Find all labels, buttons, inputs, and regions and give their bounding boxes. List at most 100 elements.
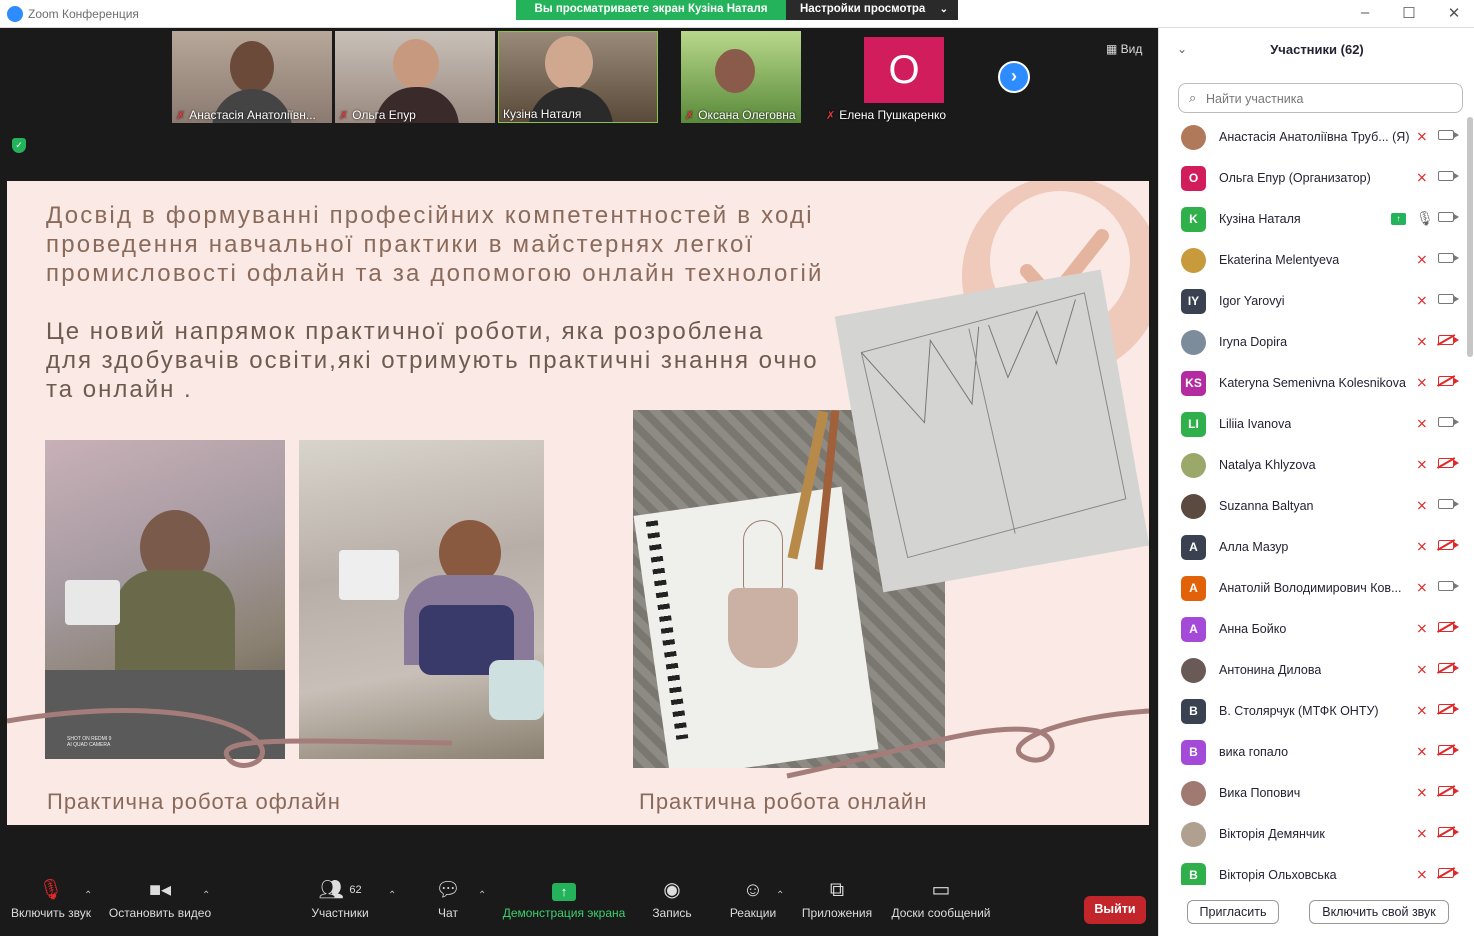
thumbnail-name: Анастасія Анатоліївн... xyxy=(189,108,316,122)
video-thumbnail[interactable]: ✗ Анастасія Анатоліївн... xyxy=(172,31,332,123)
security-shield-icon[interactable]: ✓ xyxy=(12,138,26,153)
thumbnail-name: Оксана Олеговна xyxy=(698,108,796,122)
video-camera-icon xyxy=(1438,499,1459,509)
participant-row[interactable]: A Анна Бойко ⨯ xyxy=(1159,611,1464,652)
shared-screen-slide: Досвід в формуванні професійних компетен… xyxy=(7,181,1149,825)
participant-row[interactable]: Suzanna Baltyan ⨯ xyxy=(1159,488,1464,529)
video-off-icon xyxy=(1438,704,1459,714)
whiteboards-button[interactable]: ▭ Доски сообщений xyxy=(888,876,994,920)
participant-row[interactable]: B В. Столярчук (МТФК ОНТУ) ⨯ xyxy=(1159,693,1464,734)
meeting-toolbar: 🎙︎ Включить звук ⌃ ■◂ Остановить видео ⌃… xyxy=(0,876,1158,936)
zoom-logo-icon xyxy=(7,6,23,22)
avatar xyxy=(1181,125,1206,150)
video-off-icon xyxy=(1438,868,1459,878)
thumbnail-name: Ольга Епур xyxy=(352,108,416,122)
participant-row[interactable]: A Анатолій Володимирович Ков... ⨯ xyxy=(1159,570,1464,611)
avatar: KS xyxy=(1181,371,1206,396)
video-thumbnail[interactable]: ✗ Ольга Епур xyxy=(335,31,495,123)
video-camera-icon xyxy=(1438,581,1459,591)
participant-row[interactable]: B Вікторія Ольховська ⨯ xyxy=(1159,857,1464,885)
participant-row[interactable]: O Ольга Епур (Организатор) ⨯ xyxy=(1159,160,1464,201)
participants-options-caret[interactable]: ⌃ xyxy=(388,890,396,901)
mic-muted-icon: ⨯ xyxy=(1416,169,1428,185)
participant-name: Suzanna Baltyan xyxy=(1219,499,1314,513)
participants-icon: 👥︎ xyxy=(318,879,344,901)
mic-muted-icon: ⨯ xyxy=(1416,579,1428,595)
participants-panel: ⌄ Участники (62) ⌕ Найти участника Анаст… xyxy=(1158,28,1474,936)
participant-name: Вікторія Демянчик xyxy=(1219,827,1325,841)
participant-row[interactable]: Ekaterina Melentyeva ⨯ xyxy=(1159,242,1464,283)
invite-button[interactable]: Пригласить xyxy=(1187,900,1279,924)
avatar: О xyxy=(864,37,944,103)
video-options-caret[interactable]: ⌃ xyxy=(202,890,210,901)
participant-row[interactable]: Анастасія Анатоліївна Труб... (Я) ⨯ xyxy=(1159,119,1464,160)
participant-row[interactable]: Iryna Dopira ⨯ xyxy=(1159,324,1464,365)
audio-options-caret[interactable]: ⌃ xyxy=(84,890,92,901)
apps-button[interactable]: ⧉ Приложения xyxy=(798,876,876,920)
minimize-button[interactable]: – xyxy=(1355,4,1375,21)
chat-options-caret[interactable]: ⌃ xyxy=(478,890,486,901)
chat-button[interactable]: 💬︎ Чат xyxy=(428,876,468,920)
avatar: O xyxy=(1181,166,1206,191)
reactions-options-caret[interactable]: ⌃ xyxy=(776,890,784,901)
video-thumbnail[interactable]: О ✗ Елена Пушкаренко xyxy=(822,31,982,123)
participant-name: Вікторія Ольховська xyxy=(1219,868,1337,882)
mic-muted-icon: ✗ xyxy=(339,110,349,122)
mic-muted-icon: ⨯ xyxy=(1416,251,1428,267)
participant-name: Kateryna Semenivna Kolesnikova xyxy=(1219,376,1406,390)
unmute-button[interactable]: 🎙︎ Включить звук xyxy=(8,876,94,920)
avatar: LI xyxy=(1181,412,1206,437)
next-page-icon[interactable]: › xyxy=(998,61,1030,93)
video-camera-icon xyxy=(1438,130,1459,140)
view-button-label: Вид xyxy=(1120,42,1143,56)
participant-name: Анатолій Володимирович Ков... xyxy=(1219,581,1402,595)
caption-online: Практична робота онлайн xyxy=(639,789,928,814)
record-button[interactable]: ◉ Запись xyxy=(646,876,698,920)
unmute-self-button[interactable]: Включить свой звук xyxy=(1309,900,1449,924)
view-button[interactable]: ▦ Вид xyxy=(1106,42,1142,56)
mic-muted-icon: ⨯ xyxy=(1416,538,1428,554)
video-thumbnail[interactable]: ✗ Оксана Олеговна xyxy=(681,31,801,123)
participant-row[interactable]: Bвика гопало ⨯ xyxy=(1159,734,1464,775)
title-bar: Zoom Конференция Вы просматриваете экран… xyxy=(0,0,1474,28)
photo-online-pattern xyxy=(834,269,1149,593)
caption-offline: Практична робота офлайн xyxy=(47,789,341,814)
maximize-button[interactable]: ☐ xyxy=(1399,4,1419,22)
close-button[interactable]: ✕ xyxy=(1444,4,1464,22)
leave-button[interactable]: Выйти xyxy=(1084,896,1146,924)
avatar: IY xyxy=(1181,289,1206,314)
participant-row[interactable]: K Кузіна Наталя ↑ 🎙︎ xyxy=(1159,201,1464,242)
decorative-swirl xyxy=(7,708,1149,779)
video-camera-icon xyxy=(1438,253,1459,263)
avatar xyxy=(1181,330,1206,355)
mic-muted-icon: ⨯ xyxy=(1416,702,1428,718)
stop-video-button[interactable]: ■◂ Остановить видео xyxy=(106,876,214,920)
participant-row[interactable]: LI Liliia Ivanova ⨯ xyxy=(1159,406,1464,447)
record-label: Запись xyxy=(652,906,692,920)
mic-muted-icon: ⨯ xyxy=(1416,415,1428,431)
participant-row[interactable]: Вика Попович ⨯ xyxy=(1159,775,1464,816)
participant-name: Алла Мазур xyxy=(1219,540,1289,554)
video-thumbnail-active[interactable]: Кузіна Наталя xyxy=(498,31,658,123)
mic-muted-icon: ⨯ xyxy=(1416,497,1428,513)
participant-row[interactable]: Антонина Дилова ⨯ xyxy=(1159,652,1464,693)
reactions-icon: ☺ xyxy=(742,879,764,901)
window-title: Zoom Конференция xyxy=(28,7,139,21)
participant-row[interactable]: IY Igor Yarovyi ⨯ xyxy=(1159,283,1464,324)
mic-muted-icon: ⨯ xyxy=(1416,866,1428,882)
participant-search-input[interactable]: ⌕ Найти участника xyxy=(1178,83,1463,113)
participant-row[interactable]: A Алла Мазур ⨯ xyxy=(1159,529,1464,570)
reactions-button[interactable]: ☺ Реакции xyxy=(726,876,780,920)
avatar: B xyxy=(1181,699,1206,724)
avatar: B xyxy=(1181,863,1206,885)
participants-button[interactable]: 👥︎ 62 Участники xyxy=(304,876,376,920)
participant-name: Liliia Ivanova xyxy=(1219,417,1292,431)
participant-row[interactable]: KS Kateryna Semenivna Kolesnikova ⨯ xyxy=(1159,365,1464,406)
search-icon: ⌕ xyxy=(1189,90,1197,105)
participant-row[interactable]: Вікторія Демянчик ⨯ xyxy=(1159,816,1464,857)
view-options-button[interactable]: Настройки просмотра ⌄ xyxy=(786,0,958,20)
participant-list-scrollbar[interactable] xyxy=(1467,117,1473,357)
share-screen-button[interactable]: ↑ Демонстрация экрана xyxy=(500,876,628,920)
video-camera-icon xyxy=(1438,212,1459,222)
participant-row[interactable]: Natalya Khlyzova ⨯ xyxy=(1159,447,1464,488)
